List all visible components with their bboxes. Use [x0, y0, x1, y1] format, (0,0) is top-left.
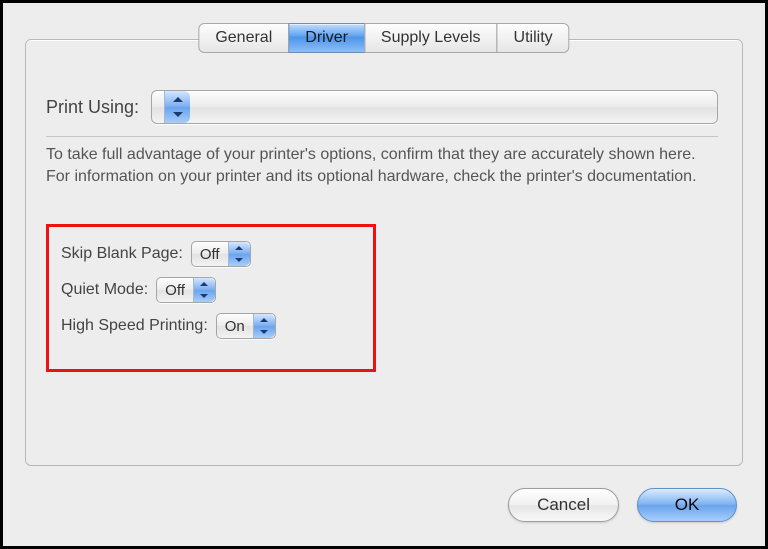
quiet-mode-row: Quiet Mode: Off: [61, 277, 373, 303]
cancel-button[interactable]: Cancel: [508, 488, 619, 522]
high-speed-printing-value: On: [217, 318, 253, 335]
tab-driver[interactable]: Driver: [288, 23, 365, 53]
skip-blank-page-row: Skip Blank Page: Off: [61, 241, 373, 267]
skip-blank-page-dropdown[interactable]: Off: [191, 241, 251, 267]
high-speed-printing-label: High Speed Printing:: [61, 317, 208, 335]
ok-button[interactable]: OK: [637, 488, 737, 522]
quiet-mode-label: Quiet Mode:: [61, 281, 148, 299]
updown-icon: [164, 91, 190, 123]
tab-supply-levels[interactable]: Supply Levels: [364, 23, 498, 53]
tabs-bar: General Driver Supply Levels Utility: [198, 23, 569, 53]
options-highlight: Skip Blank Page: Off Quiet Mode: Off Hig…: [46, 224, 376, 372]
quiet-mode-value: Off: [157, 282, 193, 299]
tab-general[interactable]: General: [198, 23, 289, 53]
divider: [46, 136, 718, 137]
updown-icon: [228, 242, 250, 266]
skip-blank-page-label: Skip Blank Page:: [61, 245, 183, 263]
high-speed-printing-dropdown[interactable]: On: [216, 313, 276, 339]
high-speed-printing-row: High Speed Printing: On: [61, 313, 373, 339]
print-using-dropdown[interactable]: [151, 90, 718, 124]
dialog-buttons: Cancel OK: [508, 488, 737, 522]
quiet-mode-dropdown[interactable]: Off: [156, 277, 216, 303]
print-using-label: Print Using:: [46, 97, 139, 118]
help-text: To take full advantage of your printer's…: [46, 144, 714, 187]
print-using-row: Print Using:: [46, 88, 718, 126]
printer-options-window: General Driver Supply Levels Utility Pri…: [0, 0, 768, 549]
updown-icon: [253, 314, 275, 338]
tab-utility[interactable]: Utility: [497, 23, 570, 53]
driver-panel: Print Using: To take full advantage of y…: [25, 39, 743, 466]
skip-blank-page-value: Off: [192, 246, 228, 263]
updown-icon: [193, 278, 215, 302]
